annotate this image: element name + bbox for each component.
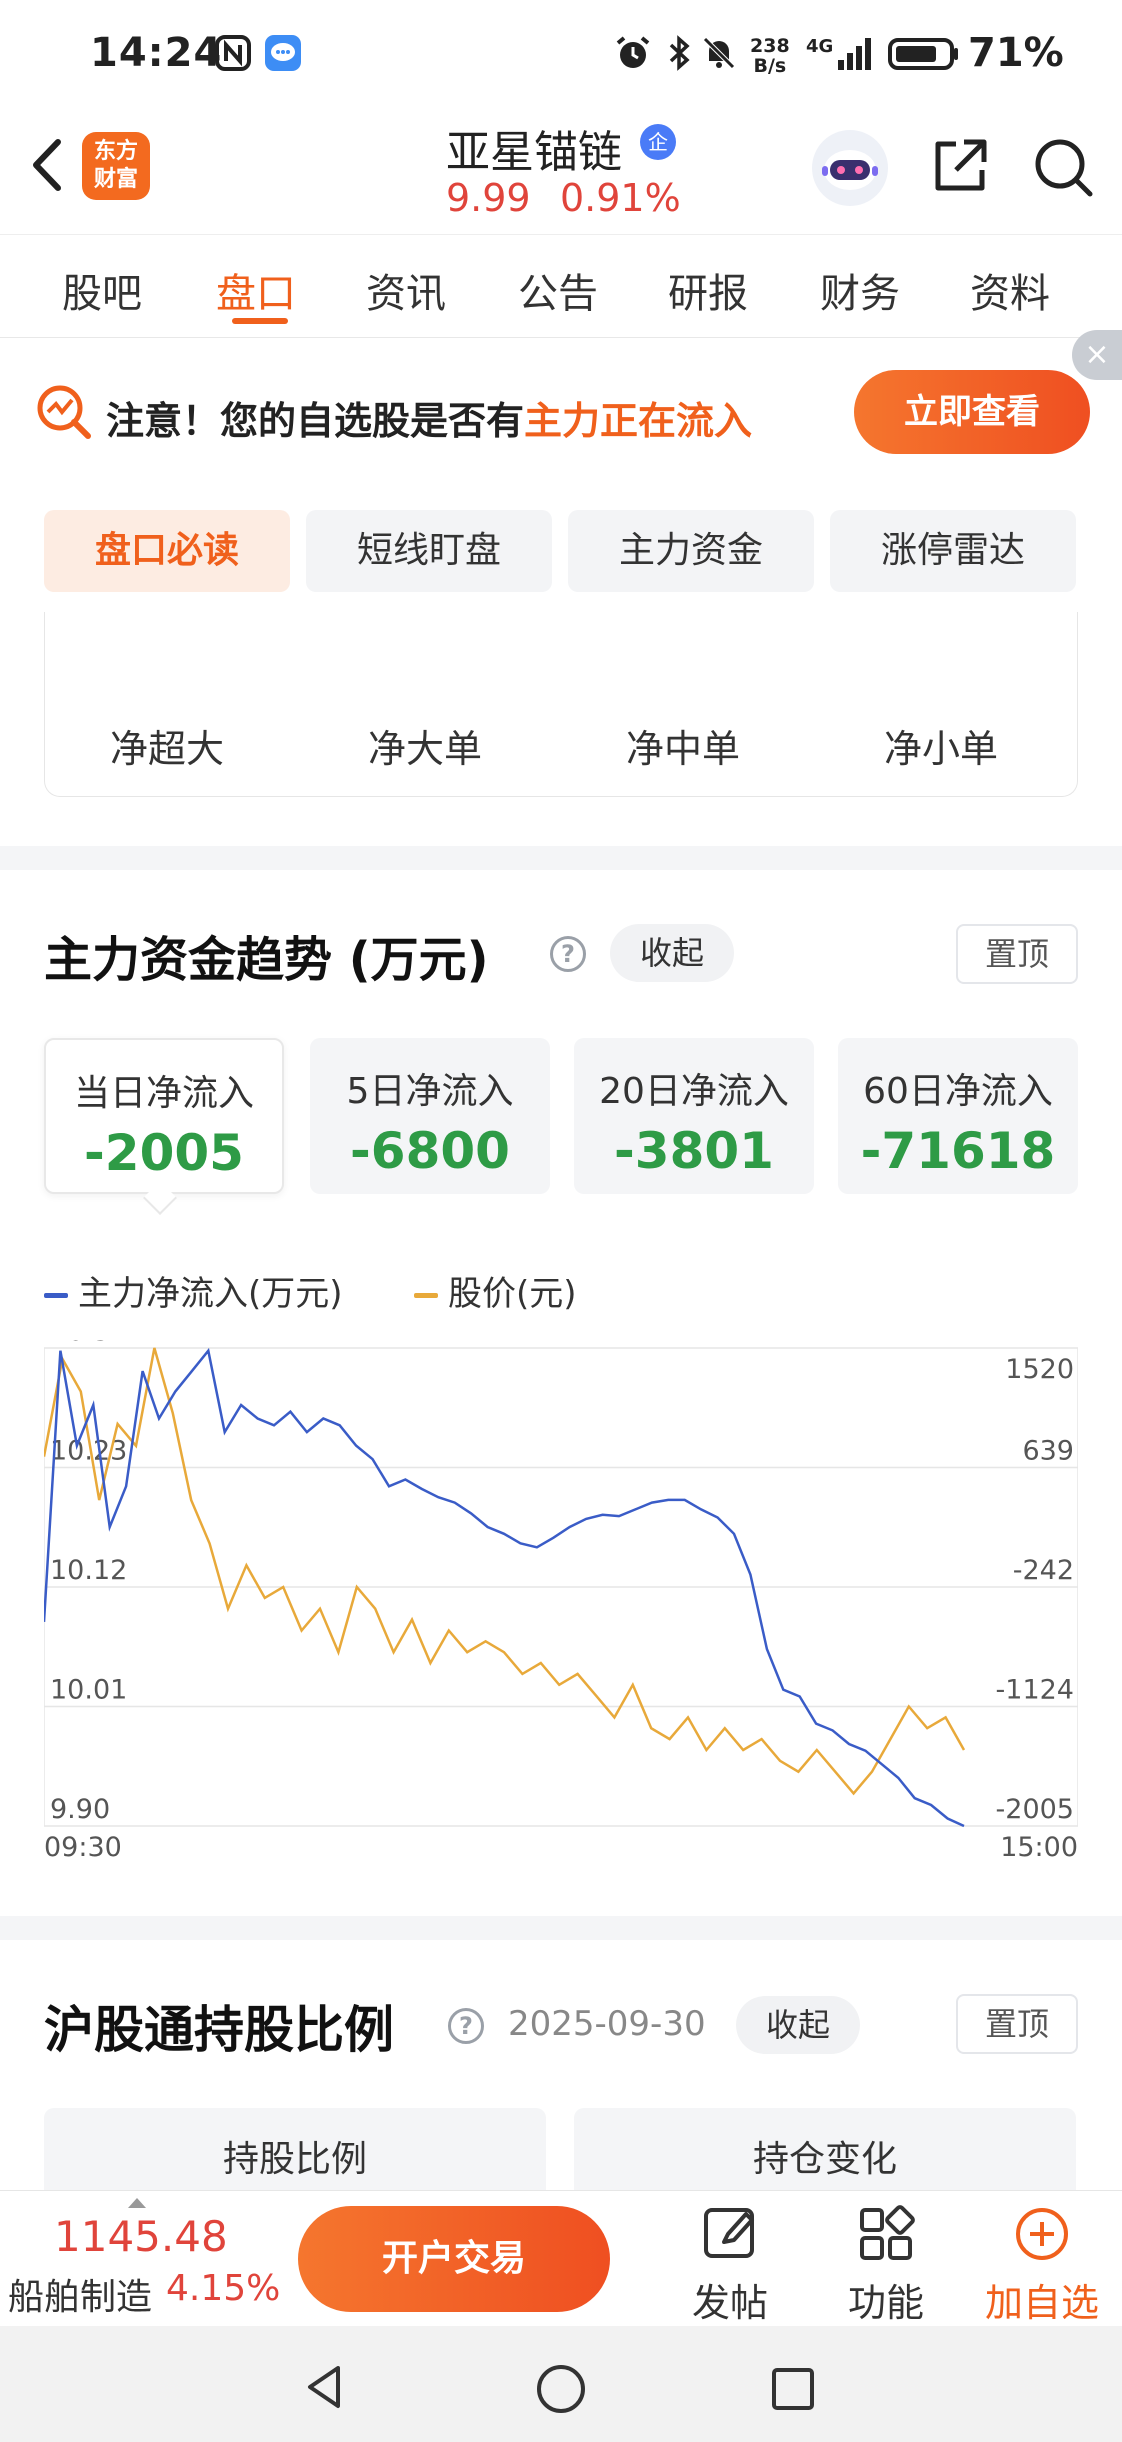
network-type: 4G — [806, 36, 834, 57]
sector-change: 4.15% — [166, 2268, 281, 2309]
collapse-button-2[interactable]: 收起 — [736, 1996, 860, 2054]
edit-icon — [704, 2208, 754, 2258]
hk-connect-title: 沪股通持股比例 — [44, 2001, 394, 2059]
help-icon[interactable]: ? — [550, 936, 586, 972]
net-medium-label: 净中单 — [626, 727, 741, 771]
legend-net-inflow: 主力净流入(万元) — [44, 1266, 343, 1315]
functions-button[interactable]: 功能 — [826, 2204, 946, 2327]
x-tick-end: 15:00 — [1000, 1832, 1078, 1860]
subtab-short-term[interactable]: 短线盯盘 — [306, 510, 552, 592]
app-logo[interactable]: 东方 财富 — [82, 132, 150, 200]
section-title: 主力资金趋势 (万元) — [44, 932, 489, 988]
main-tabs: 股吧 盘口 资讯 公告 研报 财务 资料 — [0, 234, 1122, 338]
open-account-button[interactable]: 开户交易 — [298, 2206, 610, 2312]
nav-back-icon[interactable] — [300, 2362, 350, 2412]
net-large-label: 净大单 — [368, 727, 483, 771]
network-speed: 238 B/s — [750, 35, 790, 77]
system-nav-bar — [0, 2326, 1122, 2442]
stock-name: 亚星锚链 — [446, 127, 622, 178]
legend-price: 股价(元) — [414, 1266, 577, 1315]
sector-name[interactable]: 船舶制造 — [8, 2268, 152, 2320]
notice-text: 注意！您的自选股是否有主力正在流入 — [106, 399, 753, 443]
legend-swatch-orange — [414, 1293, 438, 1298]
caret-up-icon — [128, 2198, 146, 2208]
battery-icon — [888, 38, 958, 70]
pin-top-button[interactable]: 置顶 — [956, 924, 1078, 984]
tab-guba[interactable]: 股吧 — [62, 261, 142, 319]
view-now-button[interactable]: 立即查看 — [854, 370, 1090, 454]
share-icon[interactable] — [928, 134, 992, 198]
x-tick-start: 09:30 — [44, 1832, 122, 1860]
net-super-large-label: 净超大 — [110, 727, 225, 771]
subtab-main-funds[interactable]: 主力资金 — [568, 510, 814, 592]
fund-trend-chart: 10.3410.2310.1210.019.90 1520639-242-112… — [44, 1340, 1078, 1860]
tab-research[interactable]: 研报 — [668, 261, 748, 319]
net-inflow-series-line — [44, 1347, 965, 1828]
message-app-icon — [265, 35, 301, 71]
fund-flow-alert-icon — [37, 385, 91, 439]
bluetooth-icon — [669, 35, 690, 71]
help-icon-2[interactable]: ? — [448, 2008, 484, 2044]
mute-bell-icon — [703, 37, 735, 69]
status-time: 14:24 — [90, 30, 223, 76]
search-icon[interactable] — [1030, 134, 1096, 200]
hk-connect-date: 2025-09-30 — [508, 2004, 706, 2044]
ai-assistant-icon[interactable] — [812, 130, 888, 206]
left-tick-label: 9.90 — [50, 1794, 110, 1825]
left-tick-label: 10.34 — [50, 1340, 127, 1347]
enterprise-badge: 企 — [640, 124, 676, 160]
post-button[interactable]: 发帖 — [670, 2204, 790, 2327]
right-tick-label: 639 — [1022, 1436, 1074, 1467]
back-icon[interactable] — [22, 130, 72, 200]
grid-apps-icon — [860, 2205, 915, 2260]
alarm-icon — [616, 36, 650, 68]
stat-card-today[interactable]: 当日净流入 -2005 — [44, 1038, 284, 1194]
stat-card-5day[interactable]: 5日净流入 -6800 — [310, 1038, 550, 1194]
right-tick-label: -242 — [1013, 1555, 1074, 1586]
nfc-icon — [215, 35, 251, 71]
section-divider — [0, 846, 1122, 870]
status-bar: 14:24 238 B/s 4G 71% — [0, 0, 1122, 110]
battery-percent: 71% — [968, 30, 1064, 76]
section-divider-2 — [0, 1916, 1122, 1940]
pin-top-button-2[interactable]: 置顶 — [956, 1994, 1078, 2054]
net-small-label: 净小单 — [884, 727, 999, 771]
collapse-button[interactable]: 收起 — [610, 924, 734, 982]
tab-pankou[interactable]: 盘口 — [216, 261, 296, 319]
sector-index-value[interactable]: 1145.48 — [54, 2212, 228, 2261]
right-tick-label: -1124 — [996, 1675, 1074, 1706]
nav-recents-icon[interactable] — [768, 2364, 818, 2414]
nav-home-icon[interactable] — [534, 2362, 588, 2416]
add-watchlist-button[interactable]: 加自选 — [982, 2204, 1102, 2327]
tab-announcements[interactable]: 公告 — [518, 261, 598, 319]
subtab-must-read[interactable]: 盘口必读 — [44, 510, 290, 592]
signal-icon — [838, 38, 871, 70]
subtab-limit-up-radar[interactable]: 涨停雷达 — [830, 510, 1076, 592]
legend-swatch-blue — [44, 1293, 68, 1298]
stat-card-20day[interactable]: 20日净流入 -3801 — [574, 1038, 814, 1194]
stat-card-60day[interactable]: 60日净流入 -71618 — [838, 1038, 1078, 1194]
left-tick-label: 10.12 — [50, 1555, 127, 1586]
right-tick-label: 1520 — [1005, 1354, 1074, 1385]
tab-finance[interactable]: 财务 — [820, 261, 900, 319]
active-tab-indicator — [232, 318, 288, 324]
add-circle-icon — [1016, 2208, 1068, 2260]
tab-news[interactable]: 资讯 — [366, 261, 446, 319]
left-tick-label: 10.01 — [50, 1675, 127, 1706]
notice-close-button[interactable]: × — [1072, 330, 1122, 380]
tab-profile[interactable]: 资料 — [970, 261, 1050, 319]
stock-price: 9.99 — [446, 176, 531, 220]
right-tick-label: -2005 — [996, 1794, 1074, 1825]
stock-change-pct: 0.91% — [560, 176, 681, 220]
